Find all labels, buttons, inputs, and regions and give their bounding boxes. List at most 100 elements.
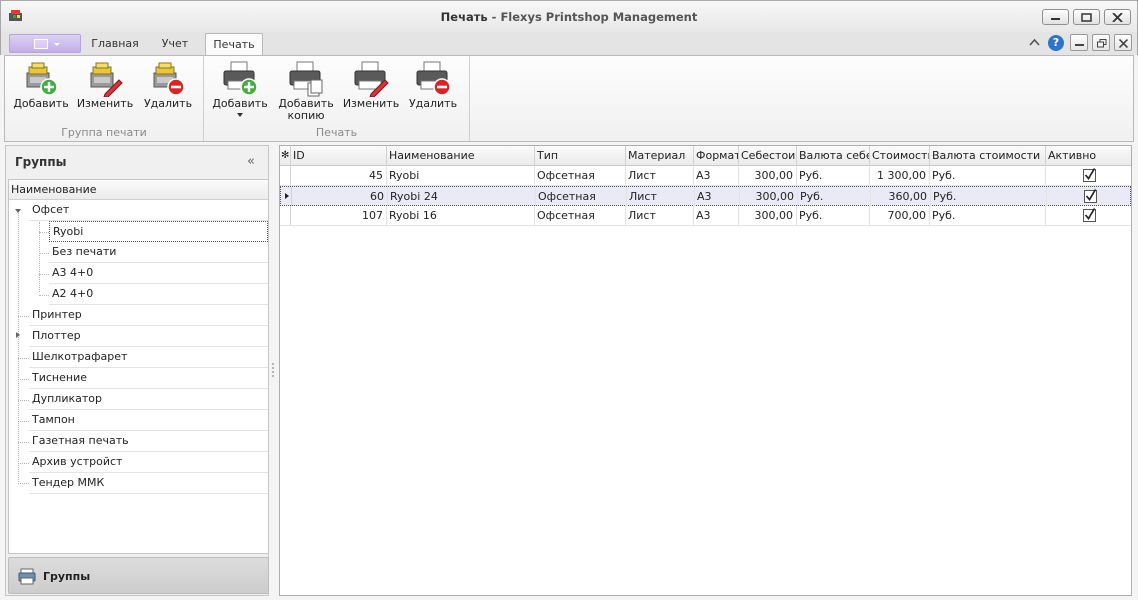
tree-node-plotter[interactable]: Плоттер: [29, 326, 268, 347]
tab-home[interactable]: Главная: [85, 37, 145, 55]
mdi-close-button[interactable]: [1114, 34, 1132, 51]
cell-format: А3: [695, 187, 740, 206]
add-group-button[interactable]: Добавить: [11, 58, 71, 124]
tree-node-label: Без печати: [52, 245, 117, 258]
help-icon[interactable]: ?: [1048, 35, 1064, 51]
tab-account[interactable]: Учет: [153, 37, 197, 55]
edit-group-button[interactable]: Изменить: [75, 58, 135, 124]
cell-active[interactable]: [1046, 166, 1131, 185]
tree-node-duplicator[interactable]: Дупликатор: [29, 389, 268, 410]
cell-name: Ryobi 16: [387, 206, 535, 225]
column-header-cost[interactable]: Себестоим: [739, 146, 797, 166]
column-header-cost-currency[interactable]: Валюта себес: [797, 146, 870, 166]
tree-connector: [18, 358, 29, 359]
table-row[interactable]: 107 Ryobi 16 Офсетная Лист А3 300,00 Руб…: [280, 206, 1131, 226]
tree-node-archive[interactable]: Архив устройст: [29, 452, 268, 473]
maximize-button[interactable]: [1073, 9, 1100, 25]
mdi-minimize-button[interactable]: [1070, 34, 1088, 51]
ribbon-group-print: Добавить Добавить копию Изменить Удалить…: [204, 56, 470, 141]
panel-splitter-handle[interactable]: [271, 362, 275, 378]
add-group-label: Добавить: [13, 97, 69, 110]
add-group-icon: [26, 62, 58, 96]
edit-printer-icon: [354, 61, 389, 97]
tree-node-label: Шелкотрафарет: [32, 350, 128, 363]
copy-printer-button[interactable]: Добавить копию: [276, 58, 336, 124]
tree-node-embossing[interactable]: Тиснение: [29, 368, 268, 389]
tree-node-silkscreen[interactable]: Шелкотрафарет: [29, 347, 268, 368]
add-printer-button[interactable]: Добавить: [210, 58, 270, 124]
cell-material: Лист: [626, 206, 694, 225]
column-header-id[interactable]: ID: [291, 146, 387, 166]
delete-group-label: Удалить: [143, 97, 193, 110]
column-header-format[interactable]: Формат: [694, 146, 739, 166]
checkbox-checked-icon[interactable]: [1084, 189, 1097, 203]
cell-price-currency: Руб.: [930, 206, 1046, 225]
cell-price: 1 300,00: [870, 166, 930, 185]
restore-icon: [1097, 39, 1107, 48]
tree-node-tender[interactable]: Тендер ММК: [29, 473, 268, 494]
cell-id: 60: [292, 187, 388, 206]
column-header-active[interactable]: Активно: [1046, 146, 1131, 166]
collapse-ribbon-icon[interactable]: [1029, 38, 1040, 46]
close-button[interactable]: [1104, 9, 1131, 25]
tree-node-label: А3 4+0: [52, 266, 94, 279]
mdi-restore-button[interactable]: [1092, 34, 1110, 51]
tree-connector: [18, 421, 29, 422]
cell-cost: 300,00: [739, 206, 797, 225]
expand-toggle-icon[interactable]: [16, 332, 20, 338]
tree-node-offset[interactable]: Офсет: [29, 200, 268, 221]
minimize-icon: [1051, 18, 1060, 20]
tree-node-label: Газетная печать: [32, 434, 129, 447]
application-menu-button[interactable]: [9, 34, 81, 53]
cell-active[interactable]: [1046, 206, 1131, 225]
tree-node-printer[interactable]: Принтер: [29, 305, 268, 326]
cell-active[interactable]: [1047, 187, 1132, 206]
column-header-name[interactable]: Наименование: [387, 146, 535, 166]
collapse-panel-icon[interactable]: «: [247, 154, 255, 169]
tab-print[interactable]: Печать: [205, 33, 263, 55]
printers-grid: ✻ ID Наименование Тип Материал Формат Се…: [279, 145, 1132, 596]
expand-toggle-icon[interactable]: [15, 209, 21, 213]
cell-material: Лист: [627, 187, 695, 206]
tree-connector: [18, 400, 29, 401]
tree-connector: [18, 442, 29, 443]
row-indicator: [280, 206, 291, 225]
table-row[interactable]: 60 Ryobi 24 Офсетная Лист А3 300,00 Руб.…: [280, 186, 1131, 206]
add-printer-icon: [223, 61, 258, 96]
checkbox-checked-icon[interactable]: [1083, 168, 1096, 182]
edit-printer-button[interactable]: Изменить: [341, 58, 401, 124]
tree-node-label: Архив устройст: [32, 455, 123, 468]
cell-type: Офсетная: [536, 187, 627, 206]
checkbox-checked-icon[interactable]: [1083, 208, 1096, 222]
cell-price: 700,00: [870, 206, 930, 225]
column-header-price-currency[interactable]: Валюта стоимости: [930, 146, 1046, 166]
cell-type: Офсетная: [535, 206, 626, 225]
tree-node-a2[interactable]: А2 4+0: [49, 284, 268, 305]
tree-node-label: Офсет: [32, 203, 70, 216]
column-header-type[interactable]: Тип: [535, 146, 626, 166]
tree-node-newspaper[interactable]: Газетная печать: [29, 431, 268, 452]
tree-node-no-print[interactable]: Без печати: [49, 242, 268, 263]
add-printer-label: Добавить: [212, 97, 268, 110]
tree-node-label: Дупликатор: [32, 392, 102, 405]
minimize-icon: [1075, 44, 1084, 46]
tree-node-tampon[interactable]: Тампон: [29, 410, 268, 431]
cell-price-currency: Руб.: [930, 166, 1046, 185]
column-header-price[interactable]: Стоимость: [870, 146, 930, 166]
groups-tree: Наименование Офсет Ryobi Без печати А3 4…: [8, 179, 269, 554]
window-title-sub: - Flexys Printshop Management: [487, 10, 698, 24]
tree-node-a3[interactable]: А3 4+0: [49, 263, 268, 284]
current-row-icon: [285, 193, 289, 199]
delete-group-button[interactable]: Удалить: [138, 58, 198, 124]
delete-printer-button[interactable]: Удалить: [403, 58, 463, 124]
minimize-button[interactable]: [1042, 9, 1069, 25]
close-icon: [1112, 13, 1123, 22]
panel-title: Группы: [15, 155, 67, 169]
nav-groups-button[interactable]: Группы: [8, 557, 269, 594]
tree-column-header[interactable]: Наименование: [9, 180, 268, 200]
table-row[interactable]: 45 Ryobi Офсетная Лист А3 300,00 Руб. 1 …: [280, 166, 1131, 186]
tree-connector: [18, 379, 29, 380]
tree-node-ryobi[interactable]: Ryobi: [49, 221, 268, 242]
column-header-material[interactable]: Материал: [626, 146, 694, 166]
cell-cost: 300,00: [739, 166, 797, 185]
